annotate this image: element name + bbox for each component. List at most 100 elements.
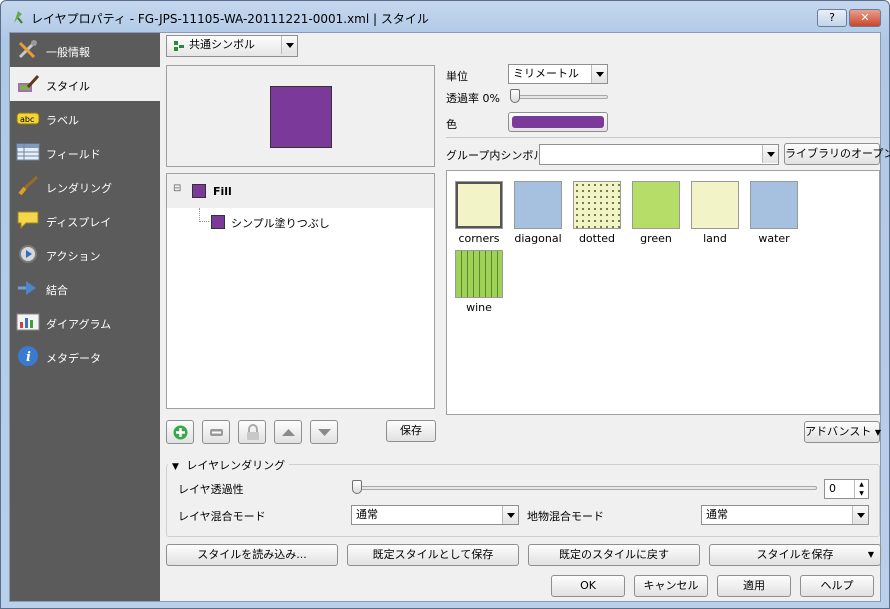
symbol-name-label: diagonal — [514, 232, 562, 245]
move-layer-down-button[interactable] — [310, 420, 338, 444]
symbol-name-label: wine — [466, 301, 492, 314]
svg-text:abc: abc — [20, 115, 34, 124]
save-as-default-button[interactable]: 既定スタイルとして保存 — [347, 544, 519, 566]
blend-mode-label: レイヤ混合モード — [178, 510, 266, 523]
advanced-button[interactable]: アドバンスト ▼ — [804, 421, 881, 443]
symbol-layer-tree: ⊟ Fill シンプル塗りつぶし — [166, 173, 435, 409]
sidebar-item-general[interactable]: 一般情報 — [10, 33, 160, 67]
simple-fill-swatch — [211, 215, 225, 229]
tree-collapse-icon[interactable]: ⊟ — [173, 183, 181, 194]
layer-transparency-thumb[interactable] — [352, 480, 362, 494]
sidebar-item-fields[interactable]: フィールド — [10, 135, 160, 169]
sidebar-item-label: ラベル — [46, 114, 79, 127]
symbol-swatch-dotted[interactable] — [573, 181, 621, 229]
color-button[interactable] — [508, 112, 608, 132]
group-label: グループ内シンボル — [446, 149, 545, 162]
sidebar: 一般情報 スタイル abc ラベル フィールド レンダリング ディスプレイ アク… — [10, 33, 160, 601]
tools-icon — [18, 40, 37, 59]
sidebar-item-style[interactable]: スタイル — [10, 67, 160, 101]
sidebar-item-actions[interactable]: アクション — [10, 237, 160, 271]
symbol-swatch-corners[interactable] — [455, 181, 503, 229]
ok-button[interactable]: OK — [551, 575, 625, 597]
layer-rendering-group — [166, 464, 880, 537]
sidebar-item-label-settings[interactable]: abc ラベル — [10, 101, 160, 135]
sidebar-item-label: スタイル — [46, 80, 90, 93]
sidebar-item-diagrams[interactable]: ダイアグラム — [10, 305, 160, 339]
symbol-swatch-water[interactable] — [750, 181, 798, 229]
renderer-select-value: 共通シンボル — [189, 38, 255, 51]
dialog-window: レイヤプロパティ - FG-JPS-11105-WA-20111221-0001… — [0, 0, 890, 609]
feature-blend-label: 地物混合モード — [527, 510, 604, 523]
sidebar-item-display[interactable]: ディスプレイ — [10, 203, 160, 237]
tree-connector — [199, 221, 209, 222]
sidebar-item-label: ダイアグラム — [46, 318, 112, 331]
join-arrow-icon — [18, 281, 36, 295]
renderer-select[interactable]: 共通シンボル — [166, 35, 298, 57]
tree-root-label: Fill — [213, 185, 232, 198]
feature-blend-select[interactable]: 通常 — [701, 505, 869, 525]
load-style-button[interactable]: スタイルを読み込み... — [166, 544, 338, 566]
restore-default-button[interactable]: 既定のスタイルに戻す — [528, 544, 700, 566]
lock-layer-button[interactable] — [238, 420, 266, 444]
tree-row-fill[interactable]: ⊟ Fill — [167, 174, 434, 208]
style-panel: 共通シンボル ⊟ Fill シンプル塗りつぶし 保存 単位 ミリメートル 透過率… — [160, 33, 890, 601]
preview-swatch — [270, 86, 332, 148]
lock-icon — [247, 424, 259, 440]
symbol-swatch-land[interactable] — [691, 181, 739, 229]
sidebar-item-label: ディスプレイ — [46, 216, 112, 229]
chevron-down-icon: ▼ — [874, 428, 881, 437]
style-brush-icon — [18, 74, 40, 92]
window-title: レイヤプロパティ - FG-JPS-11105-WA-20111221-0001… — [31, 12, 429, 26]
plus-icon — [173, 425, 188, 440]
layer-transparency-label: レイヤ透過性 — [178, 483, 244, 496]
tree-connector — [199, 208, 200, 222]
help-title-button[interactable]: ? — [817, 9, 847, 27]
tree-child-label: シンプル塗りつぶし — [231, 217, 330, 230]
add-layer-button[interactable] — [166, 420, 194, 444]
layer-transparency-spinbox[interactable]: 0 ▲ ▼ — [824, 479, 869, 499]
transparency-slider-thumb[interactable] — [510, 89, 520, 103]
blend-mode-value: 通常 — [356, 508, 378, 521]
symbol-library-grid: corners diagonal dotted green land water wine — [446, 170, 880, 415]
chevron-down-icon — [502, 506, 518, 524]
sidebar-item-label: アクション — [46, 250, 101, 263]
help-button[interactable]: ヘルプ — [800, 575, 874, 597]
cancel-button[interactable]: キャンセル — [634, 575, 708, 597]
move-layer-up-button[interactable] — [274, 420, 302, 444]
save-symbol-button[interactable]: 保存 — [386, 420, 436, 442]
layer-rendering-header[interactable]: ▼ レイヤレンダリング — [168, 457, 290, 473]
blend-mode-select[interactable]: 通常 — [351, 505, 519, 525]
spin-arrows-icon[interactable]: ▲ ▼ — [854, 480, 868, 498]
open-library-button[interactable]: ライブラリのオープン — [784, 143, 890, 165]
symbol-swatch-diagonal[interactable] — [514, 181, 562, 229]
remove-layer-button[interactable] — [202, 420, 230, 444]
sidebar-item-rendering[interactable]: レンダリング — [10, 169, 160, 203]
chevron-down-icon: ▼ — [867, 550, 874, 559]
collapse-arrow-icon: ▼ — [172, 462, 179, 472]
close-button[interactable]: ✕ — [849, 9, 881, 27]
apply-button[interactable]: 適用 — [717, 575, 791, 597]
table-icon — [16, 143, 40, 161]
diagram-icon — [16, 313, 40, 331]
sidebar-item-label: 結合 — [46, 284, 68, 297]
transparency-slider[interactable] — [514, 95, 608, 99]
group-select[interactable] — [539, 144, 779, 165]
symbol-swatch-green[interactable] — [632, 181, 680, 229]
sidebar-item-joins[interactable]: 結合 — [10, 271, 160, 305]
save-style-label: スタイルを保存 — [756, 548, 834, 561]
symbol-swatch-wine[interactable] — [455, 250, 503, 298]
symbol-name-label: water — [758, 232, 790, 245]
chevron-down-icon — [591, 65, 607, 83]
unit-select[interactable]: ミリメートル — [508, 64, 608, 84]
sidebar-item-label: レンダリング — [46, 182, 112, 195]
arrow-up-icon — [282, 429, 295, 436]
tree-row-simple-fill[interactable]: シンプル塗りつぶし — [209, 211, 429, 233]
chevron-down-icon — [852, 506, 868, 524]
arrow-down-icon — [318, 429, 331, 436]
layer-transparency-slider[interactable] — [357, 486, 817, 490]
layer-transparency-value: 0 — [829, 482, 836, 495]
chevron-down-icon — [762, 145, 778, 163]
speech-bubble-icon — [17, 211, 39, 230]
save-style-button[interactable]: スタイルを保存 ▼ — [709, 544, 881, 566]
sidebar-item-metadata[interactable]: i メタデータ — [10, 339, 160, 373]
